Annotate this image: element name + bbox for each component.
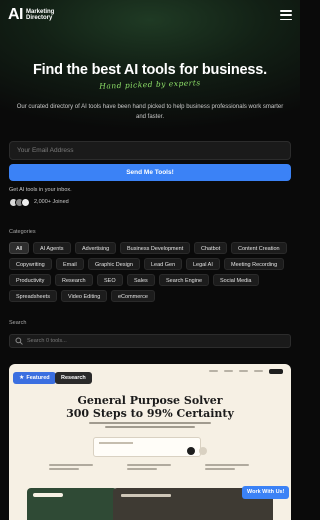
logo-line-2: Directory — [26, 15, 53, 21]
preview-panel-left — [27, 488, 117, 520]
search-box[interactable] — [9, 334, 291, 348]
inbox-text: Get AI tools in your inbox. — [9, 187, 72, 193]
hamburger-menu-icon[interactable] — [280, 10, 292, 20]
category-chip[interactable]: SEO — [97, 274, 123, 286]
joined-count: 2,000+ Joined — [34, 199, 69, 205]
logo-text[interactable]: Marketing Directory — [26, 9, 54, 22]
search-icon — [15, 337, 23, 345]
preview-secondary — [199, 447, 207, 455]
category-chip[interactable]: eCommerce — [111, 290, 155, 302]
categories-label: Categories — [9, 229, 36, 235]
category-chip[interactable]: Lead Gen — [144, 258, 183, 270]
category-chip[interactable]: Graphic Design — [88, 258, 140, 270]
preview-submit — [187, 447, 195, 455]
category-chip[interactable]: Content Creation — [231, 242, 287, 254]
category-chip[interactable]: Advertising — [75, 242, 117, 254]
category-chip[interactable]: Video Editing — [61, 290, 108, 302]
work-with-us-button[interactable]: Work With Us! — [242, 486, 290, 499]
preview-title: General Purpose Solver 300 Steps to 99% … — [66, 394, 234, 420]
category-chip[interactable]: Copywriting — [9, 258, 52, 270]
site-header: AI Marketing Directory — [8, 5, 292, 25]
logo-mark[interactable]: AI — [8, 7, 24, 23]
category-chip[interactable]: Research — [55, 274, 93, 286]
category-chip[interactable]: Search Engine — [159, 274, 210, 286]
category-chip[interactable]: All — [9, 242, 30, 254]
featured-badge[interactable]: ★ Featured — [13, 372, 56, 384]
category-chip[interactable]: Meeting Recording — [224, 258, 285, 270]
search-input[interactable] — [27, 338, 285, 344]
email-input[interactable] — [9, 141, 291, 160]
preview-input — [93, 437, 201, 457]
preview-subtitle — [89, 422, 211, 428]
star-icon: ★ — [19, 375, 25, 381]
send-tools-button[interactable]: Send Me Tools! — [9, 164, 291, 181]
research-badge[interactable]: Research — [55, 372, 92, 384]
category-chip[interactable]: Legal AI — [186, 258, 220, 270]
joined-row: 2,000+ Joined — [9, 197, 69, 207]
category-chip[interactable]: AI Agents — [33, 242, 71, 254]
avatar — [21, 197, 30, 207]
category-chip[interactable]: Productivity — [9, 274, 52, 286]
category-chip[interactable]: Spreadsheets — [9, 290, 57, 302]
category-chip[interactable]: Social Media — [213, 274, 259, 286]
category-chip[interactable]: Business Development — [120, 242, 191, 254]
category-chip[interactable]: Sales — [127, 274, 155, 286]
search-label: Search — [9, 320, 27, 326]
hero-description: Our curated directory of AI tools have b… — [16, 104, 284, 120]
category-chip[interactable]: Chatbot — [194, 242, 228, 254]
preview-features — [49, 464, 249, 478]
category-chip[interactable]: Email — [56, 258, 84, 270]
